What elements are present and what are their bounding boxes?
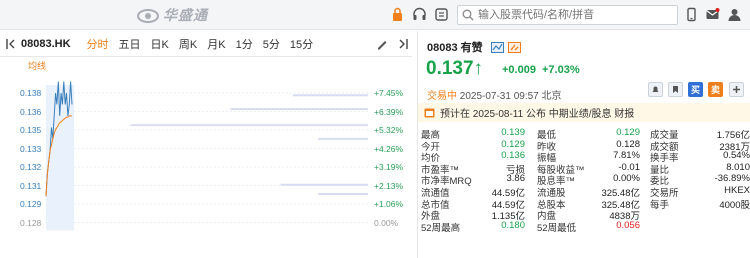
- user-icon[interactable]: [727, 7, 742, 22]
- pct-tick-label: +6.39%: [374, 106, 404, 117]
- buy-button[interactable]: 买: [688, 82, 703, 97]
- y-tick-label: 0.135: [20, 125, 42, 135]
- quote-value: 0.129: [616, 127, 640, 138]
- quote-row: 市净率MRQ 3.86 股息率™ 0.00% 委比 -36.89%: [421, 173, 750, 187]
- quote-value: -36.89%: [714, 173, 750, 185]
- draw-pen-icon[interactable]: [376, 38, 388, 50]
- collapse-left-icon[interactable]: [6, 38, 16, 50]
- tab-timeframe[interactable]: 日K: [151, 36, 169, 52]
- timeframe-tabs: 分时 五日 日K 周K 月K 1分 5分 15分: [77, 36, 314, 52]
- quote-time: 2025-07-31 09:57 北京: [459, 91, 562, 102]
- search-input[interactable]: [478, 7, 673, 23]
- y-tick-label: 0.133: [20, 143, 42, 154]
- logo-text: 华盛通: [163, 7, 208, 23]
- y-tick-label: 0.136: [20, 106, 42, 117]
- mobile-icon[interactable]: [684, 7, 699, 22]
- y-tick-label: 0.132: [20, 162, 42, 172]
- calendar-icon: [424, 108, 435, 118]
- sell-button[interactable]: 卖: [708, 82, 723, 97]
- pct-tick-label: +3.19%: [374, 162, 404, 172]
- lock-icon[interactable]: [390, 7, 405, 22]
- volume-profile-bar: [230, 108, 368, 111]
- quote-value: HKEX: [724, 184, 750, 196]
- notice-icon[interactable]: [434, 7, 449, 22]
- quote-value: 0.129: [501, 138, 525, 150]
- pct-tick-label: +7.45%: [374, 88, 404, 98]
- trade-status: 交易中 2025-07-31 09:57 北京: [427, 91, 562, 102]
- share-button[interactable]: [668, 82, 683, 97]
- tab-timeframe[interactable]: 15分: [290, 36, 313, 52]
- y-tick-label: 0.138: [20, 88, 42, 98]
- quote-value: 3.86: [506, 173, 526, 185]
- alert-bell-button[interactable]: [648, 82, 663, 97]
- quote-row: 52周最高 0.180 52周最低 0.056: [421, 219, 750, 234]
- quote-label: 52周最低: [537, 222, 577, 234]
- volume-profile-bar: [318, 192, 368, 195]
- volume-profile-bar: [293, 94, 368, 97]
- tab-timeframe[interactable]: 5分: [263, 36, 280, 52]
- intraday-chart[interactable]: 均线 0.138 +7.45% 0.136 +6.39% 0.135 +5.32% 0.13…: [0, 57, 412, 258]
- y-tick-label: 0.131: [20, 180, 42, 191]
- headset-icon[interactable]: [412, 7, 427, 22]
- pct-tick-label: 0.00%: [374, 217, 399, 228]
- volume-profile-bar: [130, 124, 368, 127]
- plus-icon: [733, 86, 740, 93]
- quote-row: 外盘 1.135亿 内盘 4838万: [421, 208, 750, 222]
- quote-value: 0.136: [501, 150, 525, 162]
- add-watchlist-button[interactable]: [729, 82, 744, 97]
- logo-icon: [137, 9, 159, 23]
- tab-timeframe[interactable]: 分时: [87, 36, 109, 52]
- quote-row: 市盈率™ 亏损 每股收益™ -0.01 量比 8.010: [421, 161, 750, 176]
- chart-line-icon[interactable]: [490, 41, 504, 53]
- logo: 华盛通: [137, 6, 208, 24]
- chart-toolbar: 08083.HK 分时 五日 日K 周K 月K 1分 5分 15分: [0, 31, 412, 57]
- related-icon[interactable]: [507, 41, 521, 53]
- earnings-notice[interactable]: 预计在 2025-08-11 公布 中期业绩/股息 财报: [418, 103, 750, 122]
- pct-tick-label: +5.32%: [374, 125, 404, 135]
- price-change-percent: +7.03%: [542, 64, 580, 76]
- quote-value: 0.056: [616, 219, 640, 231]
- volume-profile-bar: [280, 183, 368, 186]
- chart-canvas: [45, 81, 368, 231]
- quote-value: 0.54%: [723, 150, 750, 162]
- tab-timeframe[interactable]: 五日: [119, 36, 141, 52]
- pct-tick-label: +2.13%: [374, 180, 404, 191]
- quote-row: 流通值 44.59亿 流通股 325.48亿 交易所 HKEX: [421, 184, 750, 199]
- tab-timeframe[interactable]: 1分: [236, 36, 253, 52]
- volume-profile-bar: [318, 137, 368, 140]
- mail-icon[interactable]: [705, 7, 720, 22]
- pct-tick-label: +4.26%: [374, 143, 404, 154]
- quote-row: 今开 0.129 昨收 0.128 成交额 2381万: [421, 138, 750, 153]
- bell-icon: [652, 86, 659, 92]
- quote-value: -0.01: [618, 161, 640, 173]
- tab-timeframe[interactable]: 周K: [179, 36, 197, 52]
- app-window: 华盛通 08083.HK 分时五日日K 周K: [0, 0, 750, 258]
- top-bar: 华盛通: [0, 0, 750, 30]
- quote-row: 最高 0.139 最低 0.129 成交量 1.756亿: [421, 127, 750, 141]
- quote-value: 7.81%: [613, 150, 640, 162]
- quote-label: 52周最高: [421, 222, 461, 234]
- quote-row: 总市值 44.59亿 总股本 325.48亿 每手 4000股: [421, 197, 750, 211]
- price-change: +0.009: [502, 64, 536, 76]
- y-tick-label: 0.129: [20, 199, 42, 209]
- tab-timeframe[interactable]: 月K: [207, 36, 225, 52]
- quote-value: 0.128: [616, 138, 640, 150]
- last-price: 0.137↑: [426, 58, 484, 79]
- quote-value: 0.139: [501, 127, 525, 138]
- quote-value: 0.180: [501, 219, 525, 231]
- stock-title: 08083 有赞: [427, 42, 483, 54]
- quote-value: 8.010: [726, 161, 750, 173]
- quote-grid: 最高 0.139 最低 0.129 成交量 1.756亿 今开 0.129 昨收 0.128 成交额…: [421, 127, 750, 234]
- quote-value: 0.00%: [613, 173, 640, 185]
- stock-code: 08083.HK: [21, 37, 71, 50]
- y-tick-label: 0.128: [20, 217, 42, 228]
- search-icon: [462, 9, 474, 21]
- collapse-right-icon[interactable]: [398, 38, 408, 50]
- share-icon: [673, 86, 678, 93]
- search-box[interactable]: [457, 5, 678, 25]
- quote-panel: 08083 有赞 0.137↑ +0.009 +7.03% 交易中 2025-0…: [418, 31, 750, 258]
- quote-row: 均价 0.136 振幅 7.81% 换手率 0.54%: [421, 150, 750, 164]
- pct-tick-label: +1.06%: [374, 199, 404, 209]
